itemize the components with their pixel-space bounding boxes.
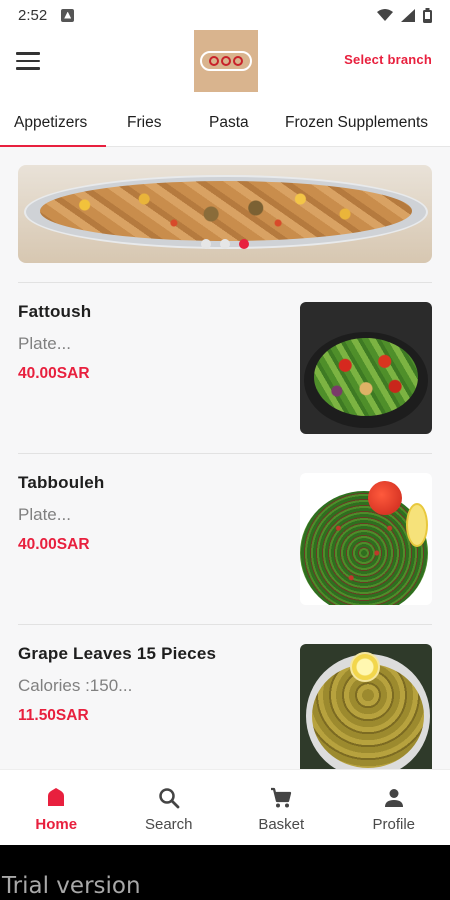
notification-icon	[61, 8, 75, 22]
nav-label: Home	[35, 816, 78, 833]
carousel-dot-2[interactable]	[220, 239, 230, 249]
hamburger-menu-icon[interactable]	[16, 52, 40, 74]
status-time: 2:52	[18, 6, 48, 24]
menu-item-grape-leaves[interactable]: Grape Leaves 15 Pieces Calories :150... …	[18, 644, 432, 778]
cart-icon	[271, 787, 292, 808]
divider	[18, 282, 432, 283]
nav-home[interactable]: Home	[0, 770, 113, 845]
menu-item-tabbouleh[interactable]: Tabbouleh Plate... 40.00SAR	[18, 473, 432, 607]
app-bar: Select branch	[0, 30, 450, 100]
item-price: 40.00SAR	[18, 365, 90, 382]
select-branch-button[interactable]: Select branch	[344, 52, 432, 67]
nav-label: Profile	[372, 816, 416, 833]
item-name: Tabbouleh	[18, 473, 105, 492]
status-bar: 2:52	[0, 0, 450, 30]
status-icons	[377, 7, 432, 23]
item-description: Calories :150...	[18, 676, 133, 695]
item-name: Fattoush	[18, 302, 92, 321]
person-icon	[384, 789, 403, 807]
item-price: 11.50SAR	[18, 707, 89, 724]
nav-basket[interactable]: Basket	[225, 770, 338, 845]
item-image	[300, 302, 432, 434]
tab-appetizers[interactable]: Appetizers	[14, 100, 87, 146]
trial-watermark-text: Trial version	[2, 873, 141, 899]
tab-fries[interactable]: Fries	[127, 100, 161, 146]
home-icon	[48, 788, 65, 806]
banner-food-image	[40, 181, 412, 241]
item-description: Plate...	[18, 334, 71, 353]
nav-search[interactable]: Search	[113, 770, 226, 845]
divider	[18, 453, 432, 454]
item-name: Grape Leaves 15 Pieces	[18, 644, 217, 663]
nav-label: Search	[144, 816, 193, 833]
battery-icon	[423, 7, 432, 23]
nav-profile[interactable]: Profile	[338, 770, 450, 845]
logo-emblem	[200, 51, 252, 71]
bottom-navigation: Home Search Basket Profile	[0, 769, 450, 845]
promo-banner-carousel[interactable]	[18, 165, 432, 263]
carousel-dot-3[interactable]	[239, 239, 249, 249]
restaurant-logo	[194, 30, 258, 92]
tab-pasta[interactable]: Pasta	[209, 100, 249, 146]
nav-label: Basket	[258, 816, 305, 833]
carousel-indicator	[18, 239, 432, 249]
divider	[18, 624, 432, 625]
menu-item-fattoush[interactable]: Fattoush Plate... 40.00SAR	[18, 302, 432, 436]
item-description: Plate...	[18, 505, 71, 524]
carousel-dot-1[interactable]	[201, 239, 211, 249]
signal-icon	[401, 8, 415, 22]
tab-frozen-supplements[interactable]: Frozen Supplements	[285, 100, 428, 146]
active-tab-indicator	[0, 145, 106, 147]
wifi-icon	[377, 8, 393, 21]
search-icon	[159, 788, 180, 809]
category-tabs: Appetizers Fries Pasta Frozen Supplement…	[0, 100, 450, 147]
item-image	[300, 473, 432, 605]
trial-watermark-bar: Trial version	[0, 845, 450, 900]
item-image	[300, 644, 432, 776]
item-price: 40.00SAR	[18, 536, 90, 553]
